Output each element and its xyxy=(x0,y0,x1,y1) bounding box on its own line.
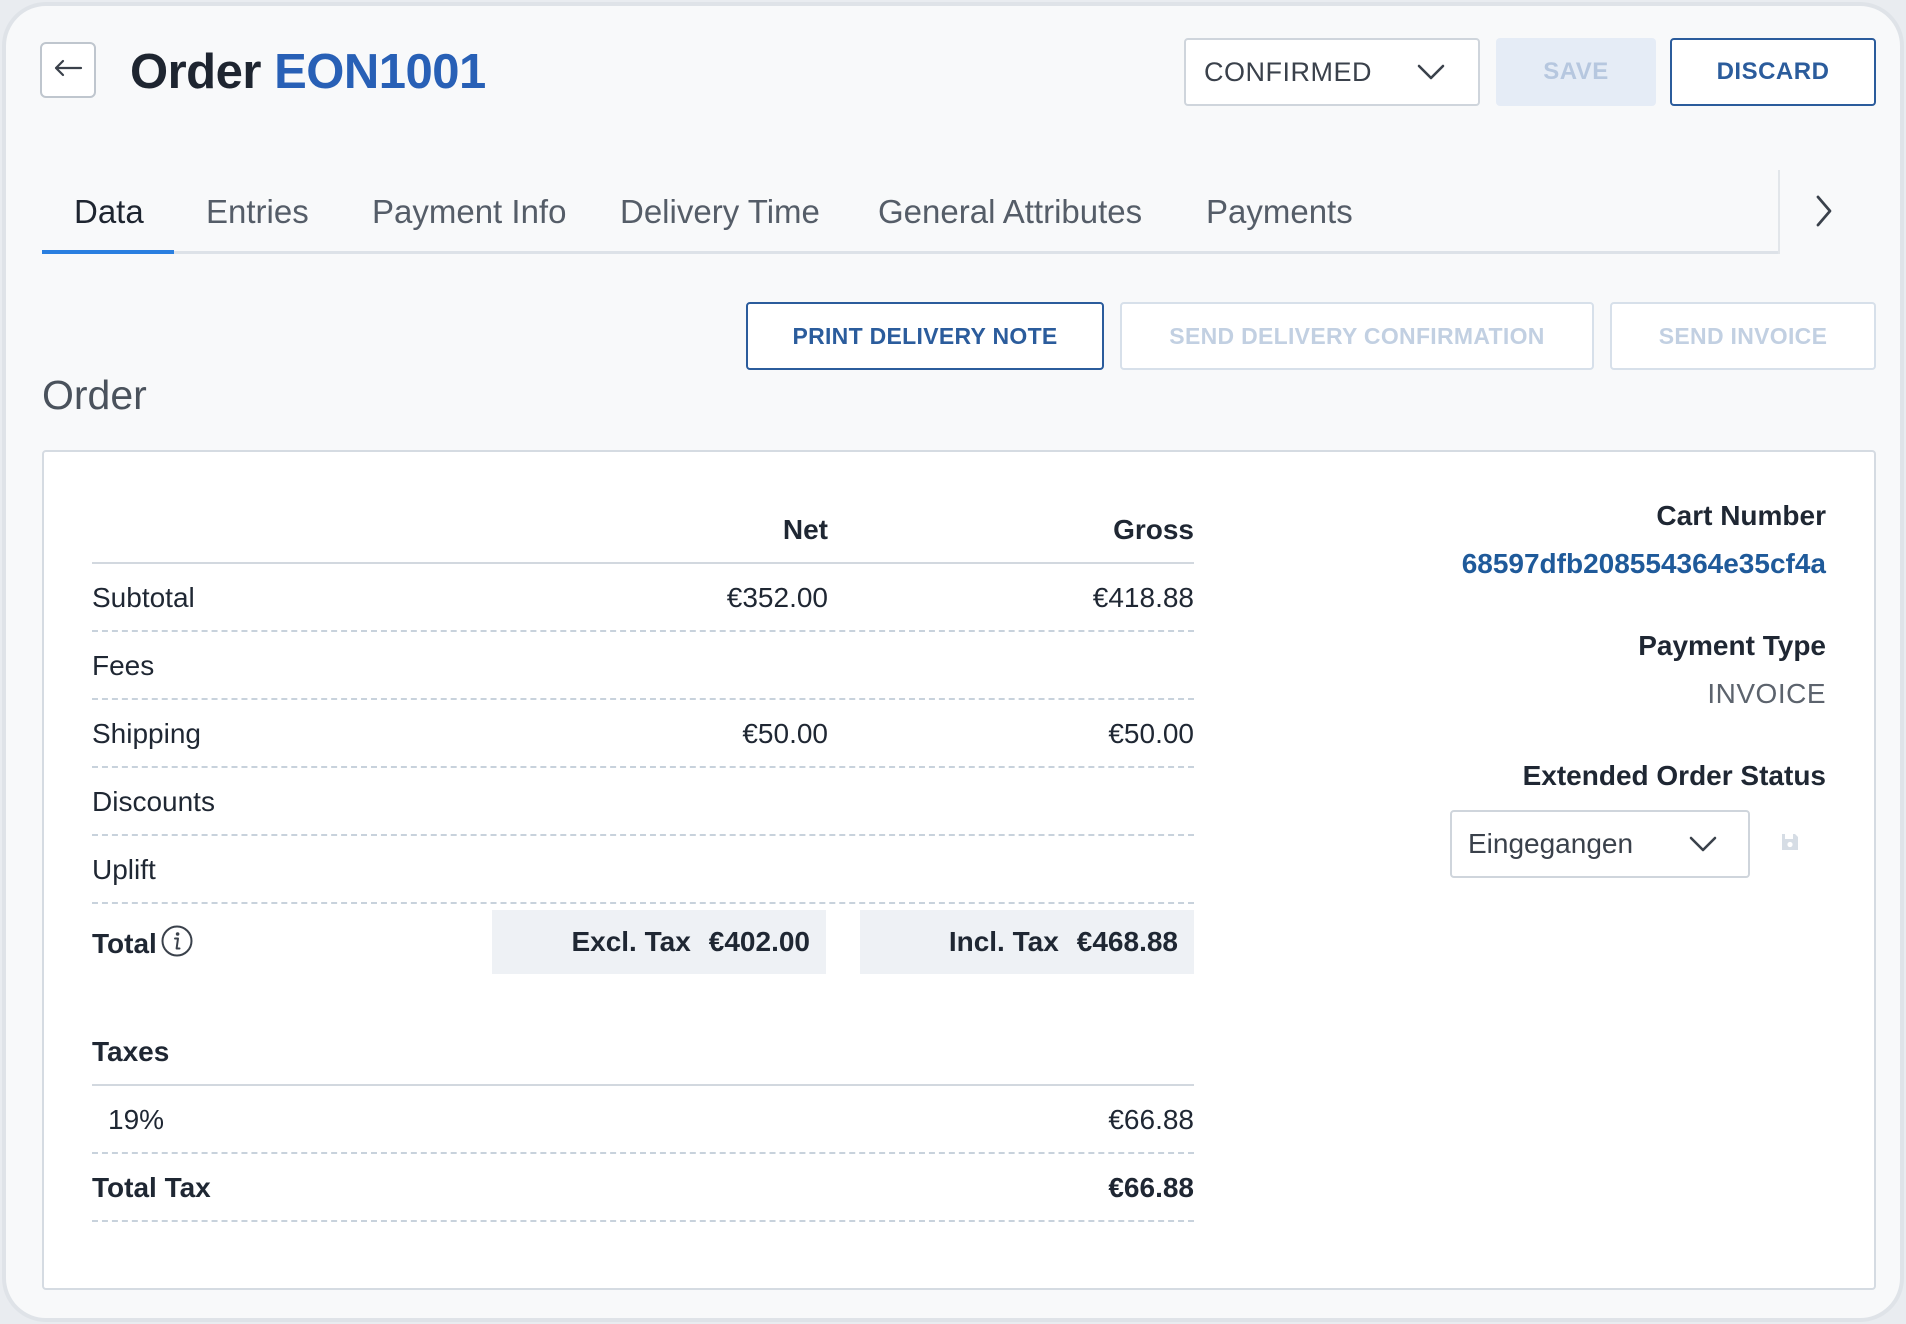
order-id: EON1001 xyxy=(274,45,486,99)
page-title-prefix: Order xyxy=(130,45,261,99)
tax-rate: 19% xyxy=(108,1104,165,1135)
app-window: Order EON1001 CONFIRMED SAVE DISCARD Dat… xyxy=(2,2,1904,1322)
tab-general-attributes[interactable]: General Attributes xyxy=(878,170,1142,254)
extended-status-value: Eingegangen xyxy=(1468,828,1634,859)
tab-scroll-divider xyxy=(1778,170,1780,254)
extended-status-label: Extended Order Status xyxy=(1522,760,1826,791)
excl-tax-value: €402.00 xyxy=(708,926,810,957)
extended-status-select[interactable]: Eingegangen xyxy=(1450,810,1750,878)
tab-entries[interactable]: Entries xyxy=(206,170,309,254)
tax-row: 19% €66.88 xyxy=(92,1086,1194,1154)
chevron-down-icon xyxy=(1416,57,1446,88)
tab-data[interactable]: Data xyxy=(74,170,144,254)
total-tax-value: €66.88 xyxy=(1108,1172,1194,1203)
total-tax-row: Total Tax €66.88 xyxy=(92,1154,1194,1222)
send-invoice-button[interactable]: SEND INVOICE xyxy=(1610,302,1876,370)
save-button[interactable]: SAVE xyxy=(1496,38,1656,106)
discard-button[interactable]: DISCARD xyxy=(1670,38,1876,106)
payment-type-label: Payment Type xyxy=(1638,630,1826,661)
order-summary-card: Net Gross Subtotal €352.00 €418.88 Fees … xyxy=(42,450,1876,1290)
row-gross-value: €50.00 xyxy=(1108,718,1194,749)
arrow-left-icon xyxy=(53,58,83,83)
cart-number-label: Cart Number xyxy=(1656,500,1826,531)
row-net-value: €50.00 xyxy=(742,718,828,749)
excl-tax-label: Excl. Tax xyxy=(571,926,691,957)
chevron-right-icon xyxy=(1814,194,1834,233)
row-label: Shipping xyxy=(92,718,201,749)
tab-payments[interactable]: Payments xyxy=(1206,170,1353,254)
info-icon[interactable] xyxy=(160,924,194,965)
back-button[interactable] xyxy=(40,42,96,98)
row-label: Subtotal xyxy=(92,582,195,613)
send-delivery-confirmation-button[interactable]: SEND DELIVERY CONFIRMATION xyxy=(1120,302,1594,370)
page-title: Order EON1001 xyxy=(130,42,486,102)
section-title: Order xyxy=(42,372,147,418)
floppy-disk-icon[interactable] xyxy=(1780,832,1800,857)
order-status-select[interactable]: CONFIRMED xyxy=(1184,38,1480,106)
row-net-value: €352.00 xyxy=(726,582,828,613)
active-tab-indicator xyxy=(42,250,174,254)
chevron-down-icon xyxy=(1688,828,1718,860)
row-label: Discounts xyxy=(92,786,215,817)
tab-delivery-time[interactable]: Delivery Time xyxy=(620,170,820,254)
tax-amount: €66.88 xyxy=(1108,1104,1194,1135)
total-tax-label: Total Tax xyxy=(92,1172,211,1203)
payment-type-value: INVOICE xyxy=(1707,678,1826,709)
tab-payment-info[interactable]: Payment Info xyxy=(372,170,566,254)
row-gross-value: €418.88 xyxy=(1092,582,1194,613)
order-status-value: CONFIRMED xyxy=(1204,56,1372,87)
totals-row-subtotal: Subtotal €352.00 €418.88 xyxy=(92,564,1194,632)
row-label: Fees xyxy=(92,650,155,681)
totals-row-uplift: Uplift xyxy=(92,836,1194,904)
total-label: Total xyxy=(92,928,157,959)
excl-tax-total: Excl. Tax €402.00 xyxy=(492,910,826,974)
net-column-header: Net xyxy=(782,514,828,545)
taxes-title: Taxes xyxy=(92,1036,170,1067)
incl-tax-label: Incl. Tax xyxy=(948,926,1059,957)
gross-column-header: Gross xyxy=(1113,514,1194,545)
totals-row-shipping: Shipping €50.00 €50.00 xyxy=(92,700,1194,768)
totals-header-row: Net Gross xyxy=(92,496,1194,564)
print-delivery-note-button[interactable]: PRINT DELIVERY NOTE xyxy=(746,302,1104,370)
cart-number-link[interactable]: 68597dfb208554364e35cf4a xyxy=(1462,548,1826,580)
totals-row-fees: Fees xyxy=(92,632,1194,700)
row-label: Uplift xyxy=(92,854,156,885)
incl-tax-total: Incl. Tax €468.88 xyxy=(860,910,1194,974)
tab-bar: Data Entries Payment Info Delivery Time … xyxy=(42,170,1780,254)
tab-scroll-next-button[interactable] xyxy=(1794,186,1854,240)
taxes-header-row: Taxes xyxy=(92,1018,1194,1086)
incl-tax-value: €468.88 xyxy=(1076,926,1178,957)
totals-row-discounts: Discounts xyxy=(92,768,1194,836)
